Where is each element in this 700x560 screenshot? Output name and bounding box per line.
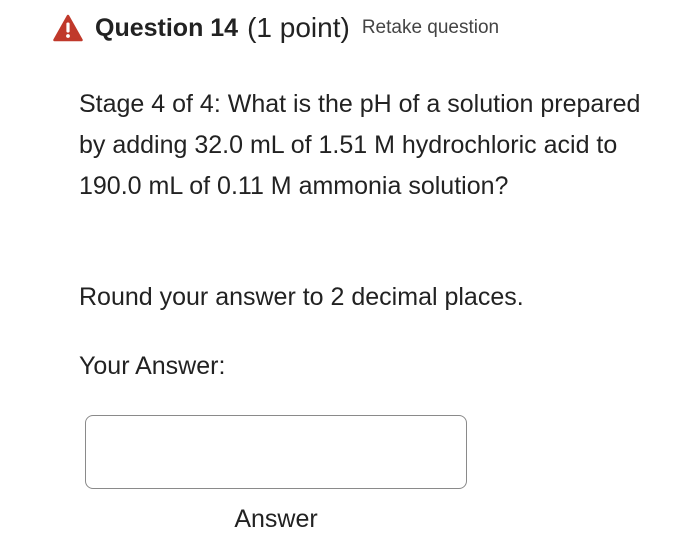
question-title: Question 14 xyxy=(95,13,239,42)
question-header: Question 14 (1 point) Retake question xyxy=(53,8,499,48)
warning-triangle-icon xyxy=(53,14,83,42)
question-text: Stage 4 of 4: What is the pH of a soluti… xyxy=(79,90,641,200)
answer-field-label: Answer xyxy=(234,505,318,533)
answer-input[interactable] xyxy=(85,415,467,489)
retake-question-link[interactable]: Retake question xyxy=(362,17,499,39)
question-points: (1 point) xyxy=(247,12,350,43)
rounding-instruction: Round your answer to 2 decimal places. xyxy=(79,283,524,311)
your-answer-prompt: Your Answer: xyxy=(79,352,226,380)
